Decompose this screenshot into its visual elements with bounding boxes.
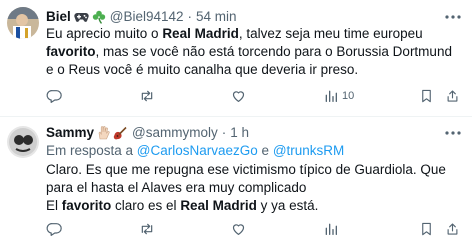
avatar[interactable] xyxy=(7,126,39,158)
retweet-button[interactable] xyxy=(138,219,156,239)
retweet-icon xyxy=(141,90,153,102)
tweet-header: Sammy @sammymoly · 1 h xyxy=(46,125,466,141)
tweet-text: Claro. Es que me repugna ese victimismo … xyxy=(46,161,462,215)
text-line: El favorito claro es el Real Madrid y ya… xyxy=(46,197,462,215)
gamepad-icon xyxy=(74,11,89,23)
shamrock-icon xyxy=(92,10,106,24)
share-icon xyxy=(447,223,458,235)
reply-conjunction: e xyxy=(257,143,273,158)
views-button[interactable] xyxy=(323,219,342,239)
tweet-2[interactable]: Sammy @sammymoly · 1 h Em resposta a @Ca… xyxy=(0,117,472,245)
timestamp[interactable]: 1 h xyxy=(230,125,249,141)
like-button[interactable] xyxy=(230,86,247,106)
like-button[interactable] xyxy=(230,219,247,239)
guitar-icon xyxy=(113,126,128,140)
reply-button[interactable] xyxy=(46,219,63,239)
views-icon xyxy=(325,90,337,102)
reply-icon xyxy=(46,90,62,103)
text-segment: Eu aprecio muito o xyxy=(46,26,163,41)
bold-text-segment: Real Madrid xyxy=(162,26,239,41)
bookmark-button[interactable] xyxy=(419,86,434,106)
reply-context: Em resposta a @CarlosNarvaezGo e @trunks… xyxy=(46,143,344,159)
retweet-icon xyxy=(141,223,153,235)
mention-link[interactable]: @trunksRM xyxy=(273,143,344,158)
heart-icon xyxy=(232,224,245,235)
reply-prefix: Em resposta a xyxy=(46,143,137,158)
hand-icon xyxy=(97,126,110,140)
text-segment: , mas se você não está torcendo para o B… xyxy=(46,44,452,77)
tweet-text: Eu aprecio muito o Real Madrid, talvez s… xyxy=(46,25,462,79)
text-segment: claro es el xyxy=(111,198,181,213)
bold-text-segment: favorito xyxy=(61,198,112,213)
text-segment: y ya está. xyxy=(256,198,319,213)
mention-link[interactable]: @CarlosNarvaezGo xyxy=(137,143,258,158)
more-options-icon[interactable] xyxy=(444,9,462,25)
separator-dot: · xyxy=(187,9,193,24)
reply-button[interactable] xyxy=(46,86,63,106)
text-segment: , talvez seja meu time europeu xyxy=(238,26,423,41)
timestamp[interactable]: 54 min xyxy=(196,9,237,25)
share-button[interactable] xyxy=(445,219,460,239)
author-handle[interactable]: @sammymoly xyxy=(132,125,218,141)
share-icon xyxy=(447,90,458,102)
bookmark-icon xyxy=(422,222,431,236)
bookmark-icon xyxy=(422,89,431,103)
bold-text-segment: favorito xyxy=(46,44,96,59)
text-line: Claro. Es que me repugna ese victimismo … xyxy=(46,162,446,195)
share-button[interactable] xyxy=(445,86,460,106)
tweet-header: Biel @Biel94142 · 54 min xyxy=(46,9,466,25)
views-icon xyxy=(325,223,337,235)
text-segment: El xyxy=(46,198,62,213)
tweet-1[interactable]: Biel @Biel94142 · 54 min Eu aprecio muit… xyxy=(0,0,472,117)
bookmark-button[interactable] xyxy=(419,219,434,239)
author-name[interactable]: Biel xyxy=(46,9,71,25)
views-count: 10 xyxy=(342,90,355,102)
views-button[interactable]: 10 xyxy=(323,86,354,106)
separator-dot: · xyxy=(221,125,227,140)
reply-icon xyxy=(46,223,62,236)
avatar[interactable] xyxy=(7,7,39,39)
action-bar: 10 xyxy=(46,86,464,106)
author-name[interactable]: Sammy xyxy=(46,125,94,141)
retweet-button[interactable] xyxy=(138,86,156,106)
bold-text-segment: Real Madrid xyxy=(180,198,257,213)
heart-icon xyxy=(232,91,245,102)
more-options-icon[interactable] xyxy=(444,125,462,141)
author-handle[interactable]: @Biel94142 xyxy=(110,9,184,25)
action-bar xyxy=(46,219,464,239)
